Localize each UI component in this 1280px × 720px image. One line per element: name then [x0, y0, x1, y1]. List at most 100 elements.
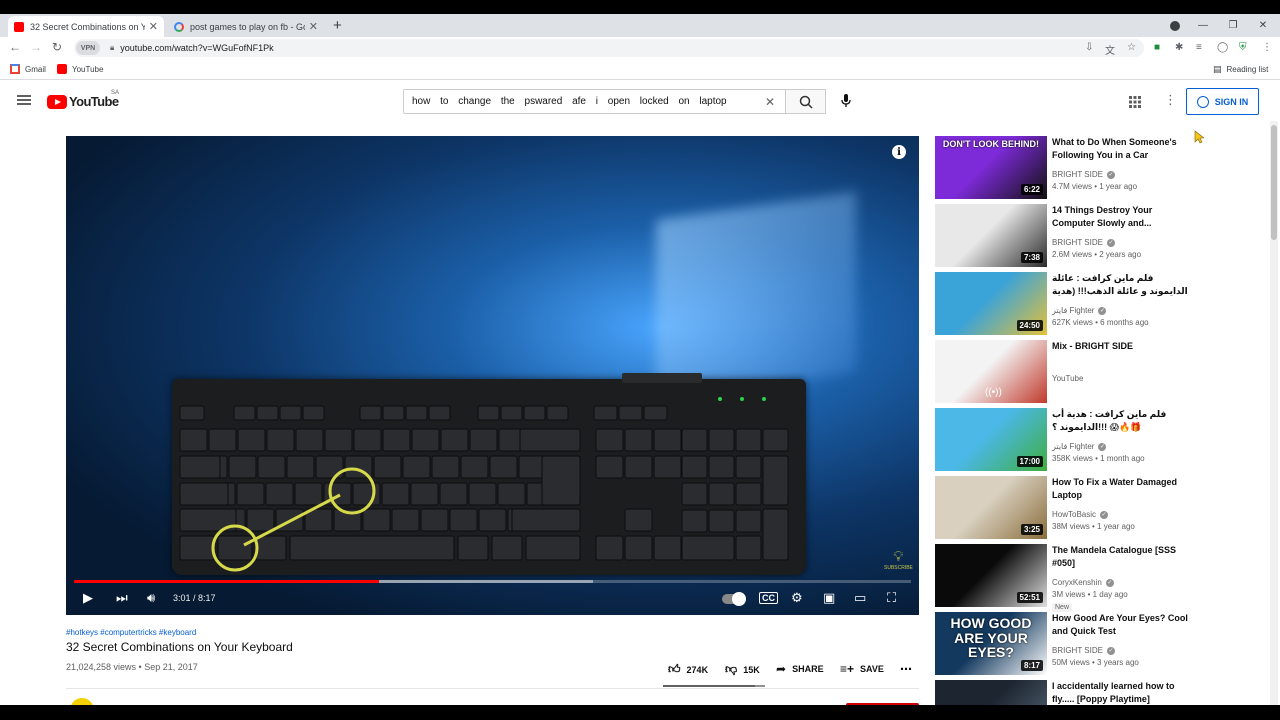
address-bar[interactable]: VPN 🔒︎ youtube.com/watch?v=WGuFofNF1Pk [74, 39, 1144, 57]
extensions-puzzle-icon[interactable]: ✱ [1175, 42, 1183, 53]
verified-check-icon: ✓ [1098, 306, 1107, 315]
recommendation-channel[interactable]: HowToBasic ✓ [1052, 510, 1109, 519]
keyboard-key [440, 428, 469, 452]
recommendation-thumbnail[interactable]: DON'T LOOK BEHIND! 6:22 [935, 136, 1047, 199]
recommendation-title[interactable]: The Mandela Catalogue [SSS #050] [1052, 544, 1192, 570]
recommendation-thumbnail[interactable]: 3:25 [935, 476, 1047, 539]
recommendation-thumbnail[interactable]: 52:51 [935, 544, 1047, 607]
info-card-icon[interactable]: i [892, 145, 906, 159]
progress-bar[interactable] [74, 580, 911, 583]
voice-search-button[interactable] [836, 91, 856, 111]
recommendation-title[interactable]: How To Fix a Water Damaged Laptop [1052, 476, 1192, 502]
video-player[interactable]: i 💡︎ SUBSCRIBE ▶ ⏭︎ 🔊︎ 3:01 / 8:17 CC ⚙ … [66, 136, 919, 615]
captions-button[interactable]: CC [759, 592, 778, 604]
theater-mode-icon[interactable]: ▭ [854, 590, 866, 606]
profile-icon[interactable]: ◯ [1217, 42, 1228, 53]
recommendation-thumbnail[interactable]: ((•)) [935, 340, 1047, 403]
recommendation-thumbnail[interactable]: 17:00 [935, 408, 1047, 471]
search-input[interactable]: how to change the pswared afe i open loc… [403, 89, 786, 114]
recommendation-channel[interactable]: BRIGHT SIDE ✓ [1052, 646, 1115, 655]
recommendation-channel[interactable]: فايتر Fighter ✓ [1052, 442, 1107, 451]
keyboard-key [624, 455, 653, 479]
lock-icon[interactable]: 🔒︎ [110, 43, 114, 53]
recommendation-channel[interactable]: YouTube [1052, 374, 1083, 383]
recommendation-item[interactable]: 7:38 14 Things Destroy Your Computer Slow… [935, 204, 1195, 268]
sign-in-button[interactable]: SIGN IN [1186, 88, 1259, 115]
apps-grid-icon[interactable] [1129, 95, 1141, 113]
menu-icon[interactable] [17, 95, 31, 105]
recommendation-channel[interactable]: CoryxKenshin ✓ [1052, 578, 1114, 587]
channel-watermark[interactable]: 💡︎ SUBSCRIBE [884, 548, 913, 571]
more-actions-icon[interactable]: ⋯ [900, 662, 918, 676]
recommendation-item[interactable]: 17:00 فلم ماين كرافت : هدية أب الدايموند … [935, 408, 1195, 472]
search-button[interactable] [786, 89, 826, 114]
back-icon[interactable]: ← [9, 40, 21, 54]
save-button[interactable]: ≡+ SAVE [840, 662, 884, 676]
minimize-button[interactable]: — [1188, 14, 1218, 37]
hashtags[interactable]: #hotkeys #computertricks #keyboard [66, 628, 196, 637]
recommendation-title[interactable]: What to Do When Someone's Following You … [1052, 136, 1192, 162]
keyboard-key [624, 428, 653, 452]
reload-icon[interactable]: ↻ [52, 40, 62, 54]
keyboard-key [381, 482, 410, 506]
recommendation-item[interactable]: HOW GOOD ARE YOUR EYES? 8:17 How Good Are … [935, 612, 1195, 676]
install-app-icon[interactable]: ⇩ [1085, 42, 1093, 53]
bookmark-youtube[interactable]: YouTube [57, 64, 103, 74]
media-queue-icon[interactable]: ≡ [1196, 42, 1202, 53]
recommendation-title[interactable]: I accidentally learned how to fly..... [… [1052, 680, 1192, 706]
volume-icon[interactable]: 🔊︎ [147, 590, 155, 606]
vpn-badge[interactable]: VPN [76, 41, 100, 55]
play-button[interactable]: ▶ [83, 590, 93, 606]
recommendation-title[interactable]: فلم ماين كرافت : عائلة الدايموند و عائلة… [1052, 272, 1192, 298]
url-text[interactable]: youtube.com/watch?v=WGuFofNF1Pk [120, 43, 273, 53]
recommendation-thumbnail[interactable]: 7:38 [935, 204, 1047, 267]
search-query[interactable]: how to change the pswared afe i open loc… [412, 96, 727, 107]
recommendation-item[interactable]: 24:50 فلم ماين كرافت : عائلة الدايموند و … [935, 272, 1195, 336]
share-button[interactable]: ➦ SHARE [776, 662, 824, 676]
close-window-button[interactable]: ✕ [1248, 14, 1278, 37]
new-tab-button[interactable]: + [333, 17, 342, 34]
youtube-logo[interactable]: YouTube SA [47, 90, 119, 109]
translate-icon[interactable]: 文 [1105, 42, 1115, 57]
recommendation-title[interactable]: How Good Are Your Eyes? Cool and Quick T… [1052, 612, 1192, 638]
chrome-menu-icon[interactable]: ⋮ [1262, 42, 1272, 53]
extension-green-icon[interactable]: ■ [1154, 42, 1160, 53]
dislike-button[interactable]: 👎︎ 15K [725, 662, 760, 677]
recommendation-title[interactable]: 14 Things Destroy Your Computer Slowly a… [1052, 204, 1192, 230]
tab-google[interactable]: post games to play on fb - Goog ✕ [168, 16, 324, 37]
recommendation-thumbnail[interactable]: HOW GOOD ARE YOUR EYES? 8:17 [935, 612, 1047, 675]
recommendation-thumbnail[interactable]: 24:50 [935, 272, 1047, 335]
recommendation-item[interactable]: DON'T LOOK BEHIND! 6:22 What to Do When So… [935, 136, 1195, 200]
page-scrollbar[interactable] [1270, 121, 1278, 705]
close-tab-icon[interactable]: ✕ [309, 20, 318, 33]
recommendation-channel[interactable]: BRIGHT SIDE ✓ [1052, 170, 1115, 179]
forward-icon[interactable]: → [30, 40, 42, 54]
recommendation-item[interactable]: ((•)) Mix - BRIGHT SIDE YouTube [935, 340, 1195, 404]
like-button[interactable]: 👍︎ 274K [668, 662, 708, 677]
next-button[interactable]: ⏭︎ [116, 590, 128, 606]
keyboard-key [546, 405, 569, 421]
keyboard-led [740, 397, 744, 401]
fullscreen-icon[interactable]: ⛶ [887, 590, 896, 606]
autoplay-toggle[interactable] [722, 592, 746, 607]
keyboard-key [405, 405, 428, 421]
recommendation-item[interactable]: 52:51 The Mandela Catalogue [SSS #050] Cor… [935, 544, 1195, 612]
bookmark-gmail[interactable]: Gmail [10, 64, 46, 74]
reading-list[interactable]: ▤ Reading list [1213, 64, 1268, 75]
close-tab-icon[interactable]: ✕ [149, 20, 158, 33]
shield-icon[interactable]: ⛨ [1239, 42, 1247, 53]
clear-search-icon[interactable]: ✕ [765, 95, 775, 109]
tab-youtube[interactable]: 32 Secret Combinations on Your ✕ [8, 16, 164, 37]
maximize-button[interactable]: ❐ [1218, 14, 1248, 37]
recommendation-channel[interactable]: BRIGHT SIDE ✓ [1052, 238, 1115, 247]
settings-gear-icon[interactable]: ⚙ [791, 590, 803, 606]
recommendation-title[interactable]: فلم ماين كرافت : هدية أب الدايموند ؟!!! … [1052, 408, 1192, 434]
recommendation-title[interactable]: Mix - BRIGHT SIDE [1052, 340, 1192, 353]
profile-dropdown-icon[interactable] [1160, 14, 1190, 37]
bookmark-star-icon[interactable]: ☆ [1127, 42, 1136, 53]
recommendation-item[interactable]: 3:25 How To Fix a Water Damaged Laptop How… [935, 476, 1195, 540]
recommendation-channel[interactable]: فايتر Fighter ✓ [1052, 306, 1107, 315]
miniplayer-icon[interactable]: ▣ [823, 590, 835, 606]
scrollbar-thumb[interactable] [1271, 125, 1277, 240]
settings-more-icon[interactable]: ⋮ [1164, 92, 1177, 108]
